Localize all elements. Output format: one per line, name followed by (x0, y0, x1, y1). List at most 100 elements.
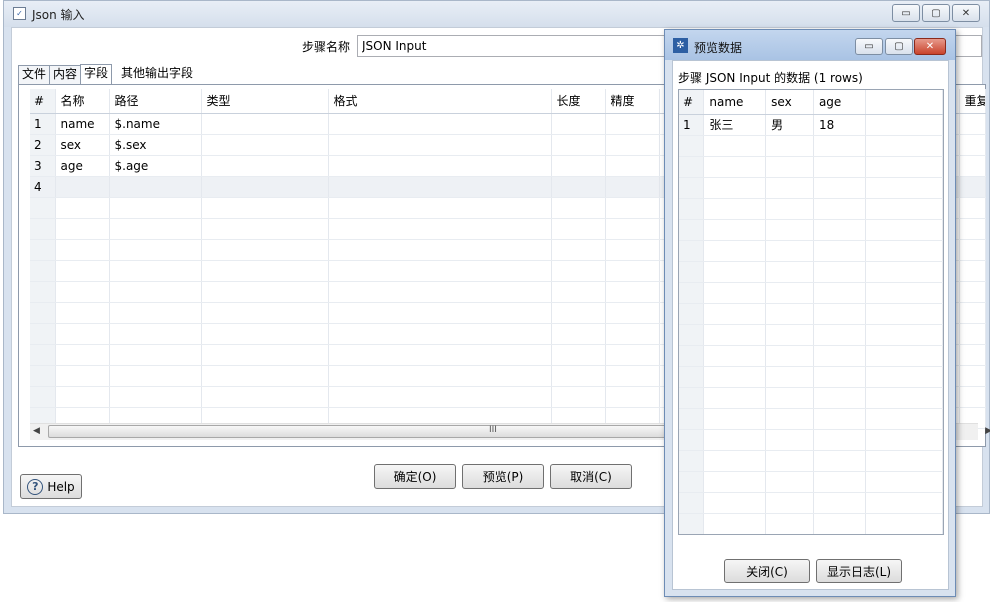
grid-cell[interactable] (605, 260, 660, 282)
show-log-button[interactable]: 显示日志(L) (816, 559, 902, 583)
grid-cell[interactable] (328, 344, 552, 366)
grid-cell[interactable] (201, 176, 329, 198)
grid-cell[interactable] (865, 156, 943, 178)
preview-minimize-button[interactable]: ▭ (855, 38, 883, 55)
row-number-cell[interactable] (30, 218, 56, 240)
grid-cell[interactable] (605, 113, 660, 135)
path-cell[interactable] (109, 176, 202, 198)
name-cell[interactable] (703, 198, 767, 220)
age-cell[interactable] (813, 387, 866, 409)
grid-cell[interactable] (551, 365, 606, 387)
grid-cell[interactable] (959, 386, 986, 408)
grid-cell[interactable] (865, 471, 943, 493)
name-cell[interactable] (55, 260, 110, 282)
row-number-cell[interactable] (679, 471, 705, 493)
preview-col-sex[interactable]: sex (765, 90, 814, 115)
sex-cell[interactable] (765, 345, 814, 367)
grid-cell[interactable] (865, 219, 943, 241)
grid-cell[interactable] (605, 365, 660, 387)
name-cell[interactable] (703, 345, 767, 367)
name-cell[interactable] (703, 492, 767, 514)
grid-cell[interactable] (551, 218, 606, 240)
sex-cell[interactable] (765, 240, 814, 262)
name-cell[interactable] (703, 240, 767, 262)
preview-maximize-button[interactable]: ▢ (885, 38, 913, 55)
grid-cell[interactable] (959, 344, 986, 366)
table-row[interactable] (679, 177, 943, 199)
grid-cell[interactable] (605, 176, 660, 198)
name-cell[interactable] (703, 408, 767, 430)
grid-cell[interactable] (865, 429, 943, 451)
name-cell[interactable] (703, 471, 767, 493)
table-row[interactable]: 1 张三男 18 (679, 114, 943, 136)
row-number-cell[interactable] (679, 240, 705, 262)
table-row[interactable] (679, 135, 943, 157)
grid-cell[interactable] (865, 345, 943, 367)
grid-cell[interactable] (865, 492, 943, 514)
row-number-cell[interactable] (679, 135, 705, 157)
age-cell[interactable] (813, 156, 866, 178)
table-row[interactable] (679, 366, 943, 388)
preview-col-name[interactable]: name (703, 90, 767, 115)
grid-cell[interactable] (865, 177, 943, 199)
grid-cell[interactable] (959, 239, 986, 261)
grid-cell[interactable] (328, 323, 552, 345)
path-cell[interactable] (109, 302, 202, 324)
preview-col-age[interactable]: age (813, 90, 866, 115)
age-cell[interactable] (813, 513, 866, 534)
grid-cell[interactable] (865, 282, 943, 304)
age-cell[interactable] (813, 408, 866, 430)
grid-cell[interactable] (959, 176, 986, 198)
row-number-cell[interactable] (679, 156, 705, 178)
grid-cell[interactable] (865, 261, 943, 283)
row-number-cell[interactable] (679, 366, 705, 388)
grid-cell[interactable] (551, 386, 606, 408)
sex-cell[interactable] (765, 408, 814, 430)
sex-cell[interactable] (765, 177, 814, 199)
sex-cell[interactable] (765, 387, 814, 409)
table-row[interactable] (679, 240, 943, 262)
row-number-cell[interactable] (679, 408, 705, 430)
path-cell[interactable]: $.age (109, 155, 202, 177)
grid-cell[interactable] (865, 303, 943, 325)
sex-cell[interactable] (765, 492, 814, 514)
grid-cell[interactable] (959, 134, 986, 156)
grid-cell[interactable] (201, 155, 329, 177)
row-number-cell[interactable] (30, 302, 56, 324)
name-cell[interactable] (55, 176, 110, 198)
row-number-cell[interactable] (30, 365, 56, 387)
preview-close-button[interactable]: ✕ (914, 38, 946, 55)
age-cell[interactable] (813, 345, 866, 367)
row-number-cell[interactable] (30, 281, 56, 303)
col-header-path[interactable]: 路径 (109, 89, 202, 114)
name-cell[interactable] (703, 450, 767, 472)
grid-cell[interactable] (605, 323, 660, 345)
grid-cell[interactable] (551, 134, 606, 156)
grid-cell[interactable] (605, 302, 660, 324)
table-row[interactable] (679, 156, 943, 178)
path-cell[interactable] (109, 344, 202, 366)
grid-cell[interactable] (605, 134, 660, 156)
table-row[interactable] (679, 429, 943, 451)
grid-cell[interactable] (551, 302, 606, 324)
grid-cell[interactable] (865, 450, 943, 472)
grid-cell[interactable] (328, 365, 552, 387)
scroll-right-icon[interactable]: ▶ (985, 426, 990, 436)
grid-cell[interactable] (551, 113, 606, 135)
sex-cell[interactable] (765, 219, 814, 241)
col-header-type[interactable]: 类型 (201, 89, 329, 114)
col-header-precision[interactable]: 精度 (605, 89, 660, 114)
age-cell[interactable]: 18 (813, 114, 866, 136)
table-row[interactable] (679, 345, 943, 367)
grid-cell[interactable] (551, 281, 606, 303)
table-row[interactable] (679, 450, 943, 472)
grid-cell[interactable] (959, 302, 986, 324)
row-number-cell[interactable] (679, 513, 705, 534)
name-cell[interactable]: sex (55, 134, 110, 156)
table-row[interactable] (679, 408, 943, 430)
grid-cell[interactable] (551, 260, 606, 282)
grid-cell[interactable] (865, 135, 943, 157)
table-row[interactable] (679, 492, 943, 514)
col-header-length[interactable]: 长度 (551, 89, 606, 114)
name-cell[interactable] (703, 366, 767, 388)
